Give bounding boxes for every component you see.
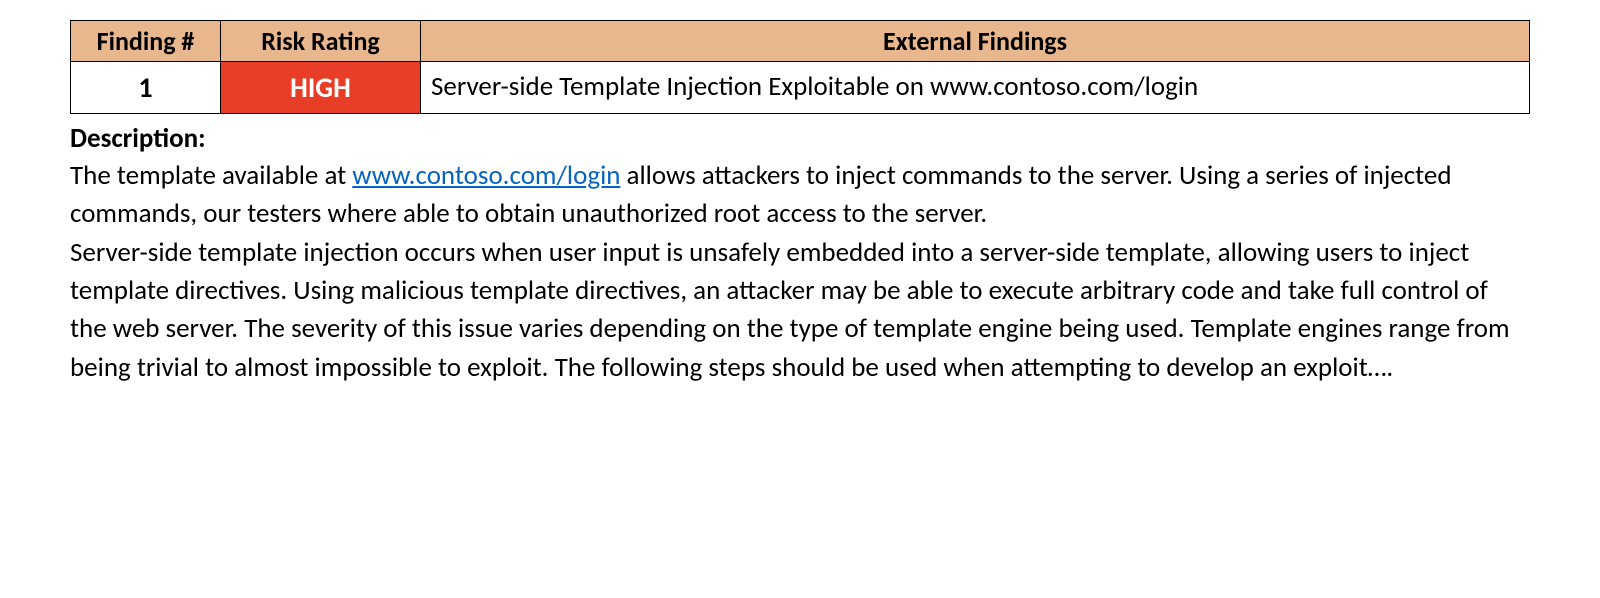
description-paragraph-2: Server-side template injection occurs wh… [70,234,1530,387]
description-link[interactable]: www.contoso.com/login [352,159,620,192]
description-label: Description: [70,122,1530,155]
table-row: 1 HIGH Server-side Template Injection Ex… [71,62,1530,114]
header-external-findings: External Findings [421,21,1530,62]
cell-finding-number: 1 [71,62,221,114]
description-paragraph-1: The template available at www.contoso.co… [70,157,1530,234]
findings-table: Finding # Risk Rating External Findings … [70,20,1530,114]
description-p1-pre: The template available at [70,159,352,192]
cell-risk-rating: HIGH [221,62,421,114]
header-finding-num: Finding # [71,21,221,62]
cell-finding-summary: Server-side Template Injection Exploitab… [421,62,1530,114]
description-body: The template available at www.contoso.co… [70,157,1530,387]
table-header-row: Finding # Risk Rating External Findings [71,21,1530,62]
header-risk-rating: Risk Rating [221,21,421,62]
